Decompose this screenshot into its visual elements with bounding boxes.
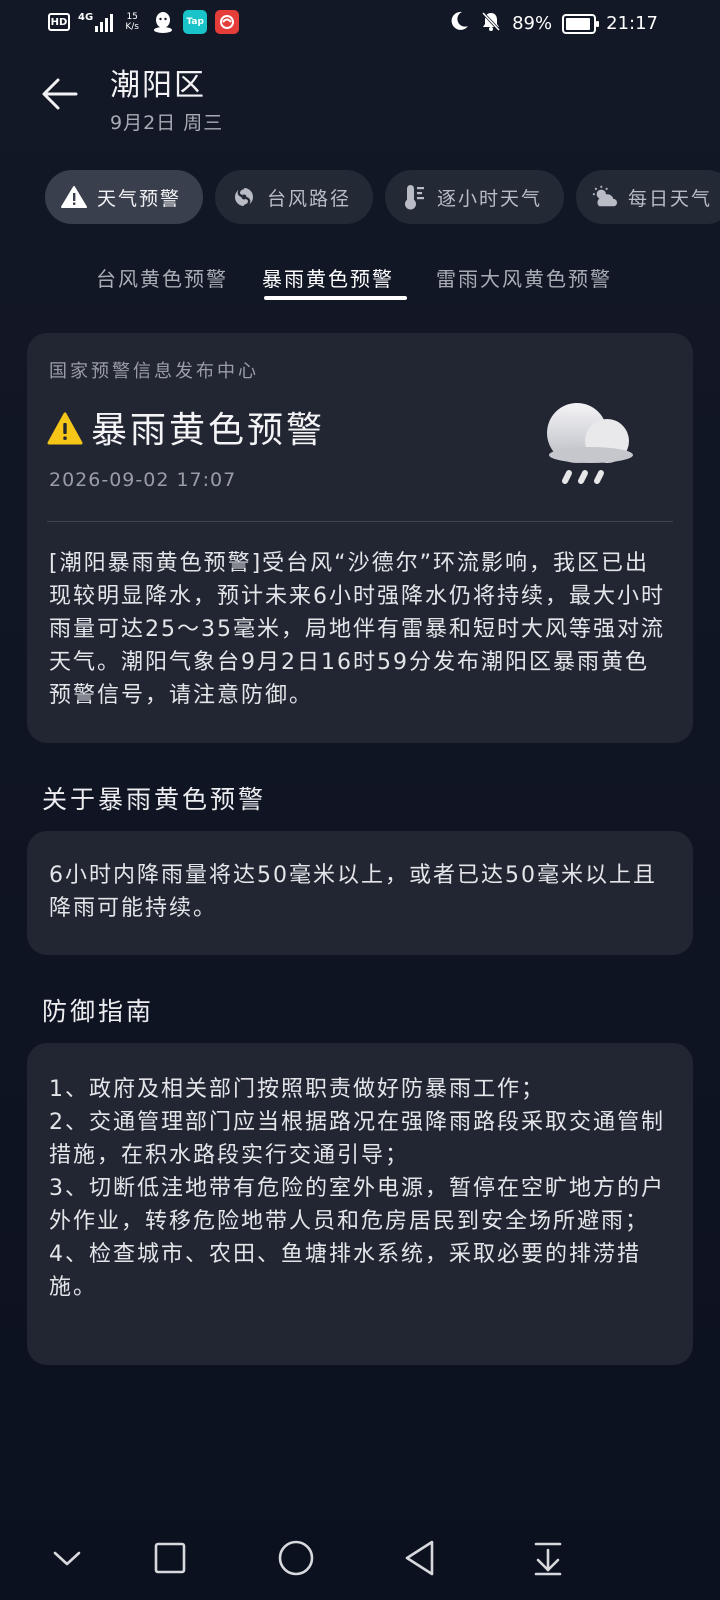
guide-heading: 防御指南 bbox=[42, 997, 155, 1026]
thermometer-icon bbox=[401, 184, 427, 210]
chip-label: 天气预警 bbox=[97, 187, 182, 210]
guide-item: 1、政府及相关部门按照职责做好防暴雨工作； bbox=[49, 1077, 545, 1102]
category-chips: 天气预警 台风路径 逐小时天气 每日天气 bbox=[45, 170, 720, 224]
about-text: 6小时内降雨量将达50毫米以上，或者已达50毫米以上且降雨可能持续。 bbox=[49, 863, 657, 921]
warning-subtabs: 台风黄色预警 暴雨黄色预警 雷雨大风黄色预警 bbox=[0, 255, 720, 305]
tab-rainstorm-yellow[interactable]: 暴雨黄色预警 bbox=[262, 263, 394, 292]
alert-divider bbox=[47, 521, 673, 522]
battery-icon bbox=[562, 13, 600, 34]
network-speed-value: 15 bbox=[126, 12, 138, 22]
page-date: 9月2日 周三 bbox=[110, 112, 224, 134]
guide-item: 3、切断低洼地带有危险的室外电源，暂停在空旷地方的户外作业，转移危险地带人员和危… bbox=[49, 1176, 665, 1234]
chip-typhoon-path[interactable]: 台风路径 bbox=[215, 170, 374, 224]
page-title: 潮阳区 bbox=[110, 68, 206, 103]
notification-shade-button[interactable] bbox=[520, 1530, 576, 1586]
square-icon bbox=[154, 1542, 186, 1574]
network-speed: 15 K/s bbox=[121, 12, 143, 32]
status-bar-right: 89% 21:17 bbox=[448, 10, 658, 37]
alert-card: 国家预警信息发布中心 暴雨黄色预警 2026-09-02 17:07 [潮阳暴雨… bbox=[27, 333, 693, 743]
battery-percent: 89% bbox=[512, 13, 553, 34]
warning-icon bbox=[61, 184, 87, 210]
chevron-down-icon bbox=[53, 1551, 81, 1566]
home-button[interactable] bbox=[268, 1530, 324, 1586]
system-nav-bar bbox=[0, 1520, 720, 1600]
pull-down-icon bbox=[534, 1542, 562, 1576]
recent-apps-button[interactable] bbox=[142, 1530, 198, 1586]
back-button[interactable] bbox=[40, 74, 80, 114]
chip-label: 每日天气 bbox=[628, 187, 713, 210]
chip-weather-warning[interactable]: 天气预警 bbox=[45, 170, 204, 224]
arrow-left-icon bbox=[42, 78, 78, 110]
moon-icon bbox=[448, 10, 470, 37]
circle-icon bbox=[278, 1540, 314, 1576]
typhoon-icon bbox=[231, 184, 257, 210]
status-bar-left: HD 4G 15 K/s Tap bbox=[48, 10, 240, 34]
chip-hourly-weather[interactable]: 逐小时天气 bbox=[385, 170, 565, 224]
chip-label: 台风路径 bbox=[267, 187, 352, 210]
clock: 21:17 bbox=[606, 13, 658, 34]
guide-list: 1、政府及相关部门按照职责做好防暴雨工作； 2、交通管理部门应当根据路况在强降雨… bbox=[49, 1073, 671, 1304]
about-card: 6小时内降雨量将达50毫米以上，或者已达50毫米以上且降雨可能持续。 bbox=[27, 831, 693, 955]
alert-time: 2026-09-02 17:07 bbox=[49, 469, 237, 491]
active-tab-indicator bbox=[264, 296, 407, 300]
alert-title: 暴雨黄色预警 bbox=[91, 410, 326, 451]
network-type: 4G bbox=[78, 12, 94, 23]
hd-badge: HD bbox=[48, 13, 70, 31]
about-heading: 关于暴雨黄色预警 bbox=[42, 785, 267, 814]
qq-icon bbox=[151, 10, 175, 34]
guide-item: 4、检查城市、农田、鱼塘排水系统，采取必要的排涝措施。 bbox=[49, 1242, 641, 1300]
china-mobile-icon bbox=[215, 10, 240, 34]
tab-typhoon-yellow[interactable]: 台风黄色预警 bbox=[96, 263, 228, 292]
status-bar: HD 4G 15 K/s Tap 89% 21:17 bbox=[0, 0, 720, 48]
triangle-back-icon bbox=[405, 1540, 434, 1576]
back-nav-button[interactable] bbox=[392, 1530, 448, 1586]
taptap-label: Tap bbox=[186, 17, 204, 27]
guide-item: 2、交通管理部门应当根据路况在强降雨路段采取交通管制措施，在积水路段实行交通引导… bbox=[49, 1110, 665, 1168]
chip-daily-weather[interactable]: 每日天气 bbox=[576, 170, 720, 224]
guide-card: 1、政府及相关部门按照职责做好防暴雨工作； 2、交通管理部门应当根据路况在强降雨… bbox=[27, 1043, 693, 1365]
alert-source: 国家预警信息发布中心 bbox=[49, 361, 259, 382]
warning-triangle-icon bbox=[47, 412, 83, 445]
alert-body: [潮阳暴雨黄色预警]受台风“沙德尔”环流影响，我区已出现较明显降水，预计未来6小… bbox=[49, 551, 665, 708]
rain-cloud-icon bbox=[547, 403, 633, 484]
mute-bell-icon bbox=[480, 10, 502, 37]
chip-label: 逐小时天气 bbox=[437, 187, 543, 210]
partly-cloudy-icon bbox=[592, 184, 618, 210]
tab-thunderstorm-wind-yellow[interactable]: 雷雨大风黄色预警 bbox=[436, 263, 612, 292]
taptap-icon: Tap bbox=[183, 10, 208, 34]
network-speed-unit: K/s bbox=[125, 22, 139, 32]
collapse-button[interactable] bbox=[39, 1530, 95, 1586]
signal-icon: 4G bbox=[78, 12, 114, 32]
